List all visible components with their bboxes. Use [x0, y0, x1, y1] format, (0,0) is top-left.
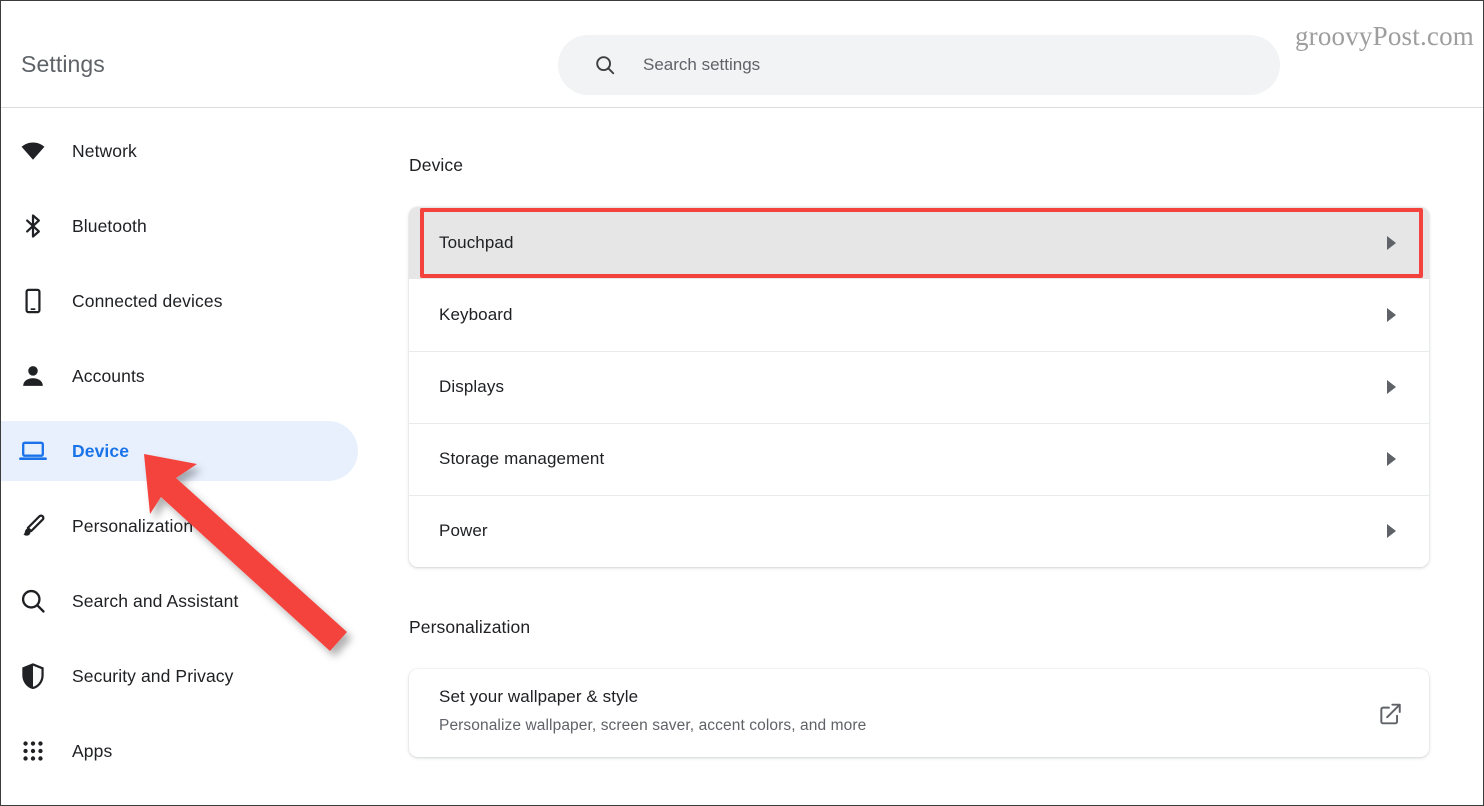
- triangle-right-icon: [1387, 236, 1396, 250]
- row-subtitle: Personalize wallpaper, screen saver, acc…: [439, 717, 866, 735]
- search-icon: [18, 586, 48, 616]
- sidebar-item-search-and-assistant[interactable]: Search and Assistant: [1, 571, 358, 631]
- row-text-block: Set your wallpaper & style Personalize w…: [439, 687, 866, 735]
- sidebar-item-label: Search and Assistant: [72, 591, 238, 612]
- row-label: Keyboard: [439, 305, 513, 325]
- sidebar-item-device[interactable]: Device: [1, 421, 358, 481]
- sidebar-item-personalization[interactable]: Personalization: [1, 496, 358, 556]
- sidebar-item-label: Personalization: [72, 516, 193, 537]
- search-bar[interactable]: [558, 35, 1280, 95]
- sidebar-item-connected-devices[interactable]: Connected devices: [1, 271, 358, 331]
- shield-icon: [18, 661, 48, 691]
- triangle-right-icon: [1387, 380, 1396, 394]
- row-label: Storage management: [439, 449, 604, 469]
- wifi-icon: [18, 136, 48, 166]
- bluetooth-icon: [18, 211, 48, 241]
- sidebar-item-label: Apps: [72, 741, 112, 762]
- triangle-right-icon: [1387, 524, 1396, 538]
- sidebar-item-label: Device: [72, 441, 129, 462]
- search-input[interactable]: [643, 35, 1260, 95]
- page-title: Settings: [21, 51, 105, 78]
- sidebar-item-label: Accounts: [72, 366, 145, 387]
- sidebar-item-security-and-privacy[interactable]: Security and Privacy: [1, 646, 358, 706]
- row-label: Touchpad: [439, 233, 514, 253]
- sidebar-item-label: Security and Privacy: [72, 666, 234, 687]
- main-content: Device Touchpad Keyboard Displays Storag…: [391, 109, 1483, 806]
- settings-row-keyboard[interactable]: Keyboard: [409, 279, 1429, 351]
- settings-row-storage-management[interactable]: Storage management: [409, 423, 1429, 495]
- sidebar-item-label: Network: [72, 141, 137, 162]
- device-settings-card: Touchpad Keyboard Displays Storage manag…: [409, 207, 1429, 567]
- row-title: Set your wallpaper & style: [439, 687, 866, 707]
- external-link-icon[interactable]: [1377, 701, 1403, 727]
- laptop-icon: [18, 436, 48, 466]
- row-label: Power: [439, 521, 488, 541]
- personalization-card: Set your wallpaper & style Personalize w…: [409, 669, 1429, 757]
- settings-row-touchpad[interactable]: Touchpad: [409, 207, 1429, 279]
- app-header: Settings groovyPost.com: [1, 1, 1483, 108]
- settings-window: Settings groovyPost.com Network: [0, 0, 1484, 806]
- device-section-heading: Device: [409, 155, 463, 176]
- settings-row-power[interactable]: Power: [409, 495, 1429, 567]
- watermark: groovyPost.com: [1295, 21, 1474, 52]
- sidebar-item-apps[interactable]: Apps: [1, 721, 358, 781]
- row-label: Displays: [439, 377, 504, 397]
- sidebar-item-label: Bluetooth: [72, 216, 147, 237]
- sidebar-nav: Network Bluetooth Connected devices: [1, 109, 391, 806]
- grid-apps-icon: [18, 736, 48, 766]
- triangle-right-icon: [1387, 452, 1396, 466]
- sidebar-item-bluetooth[interactable]: Bluetooth: [1, 196, 358, 256]
- sidebar-item-network[interactable]: Network: [1, 121, 358, 181]
- search-icon: [594, 54, 616, 76]
- sidebar-item-accounts[interactable]: Accounts: [1, 346, 358, 406]
- triangle-right-icon: [1387, 308, 1396, 322]
- settings-row-displays[interactable]: Displays: [409, 351, 1429, 423]
- personalization-section-heading: Personalization: [409, 617, 530, 638]
- phone-icon: [18, 286, 48, 316]
- brush-icon: [18, 511, 48, 541]
- person-icon: [18, 361, 48, 391]
- sidebar-item-label: Connected devices: [72, 291, 223, 312]
- settings-row-wallpaper-and-style[interactable]: Set your wallpaper & style Personalize w…: [409, 669, 1429, 757]
